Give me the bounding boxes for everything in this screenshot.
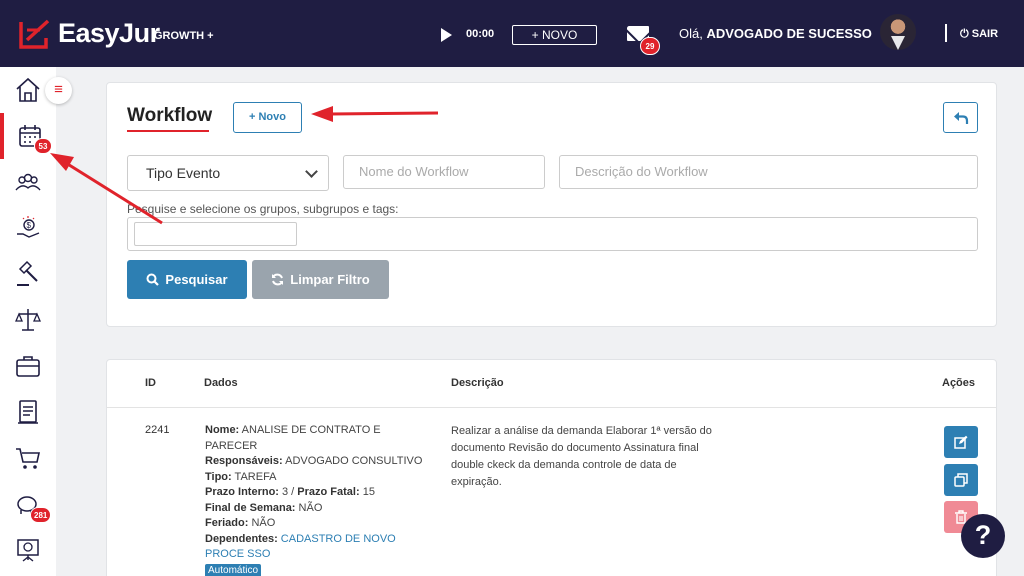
field-label: Final de Semana: <box>205 501 296 514</box>
home-icon <box>16 77 40 102</box>
logo-icon <box>19 19 50 49</box>
tags-label: Pesquise e selecione os grupos, subgrupo… <box>127 202 399 216</box>
filter-card: Workflow + Novo Tipo Evento Nome do Work… <box>106 82 997 327</box>
finance-hand-icon: $ <box>17 216 40 238</box>
row-id: 2241 <box>145 424 170 436</box>
row-data: Nome: ANALISE DE CONTRATO E PARECER Resp… <box>205 423 435 576</box>
clear-filter-button[interactable]: Limpar Filtro <box>252 260 389 299</box>
sidebar-item-people[interactable] <box>0 159 56 205</box>
people-icon <box>15 173 41 191</box>
workflow-name-input[interactable]: Nome do Workflow <box>343 155 545 189</box>
logout-label: SAIR <box>971 28 999 40</box>
workflow-description-input[interactable]: Descrição do Workflow <box>559 155 978 189</box>
search-icon <box>146 273 160 286</box>
top-bar: EasyJur GROWTH + 00:00 + NOVO 29 Olá, AD… <box>0 0 1024 67</box>
user-name: ADVOGADO DE SUCESSO <box>706 26 872 41</box>
field-value: ADVOGADO CONSULTIVO <box>282 455 423 467</box>
field-value: 3 / <box>278 486 298 498</box>
presentation-icon <box>17 539 39 562</box>
document-icon <box>18 400 38 424</box>
logout-button[interactable]: ⏻ SAIR <box>960 28 998 41</box>
sidebar-item-piggy-bank[interactable]: 281 <box>0 481 56 527</box>
sidebar-item-briefcase[interactable] <box>0 343 56 389</box>
field-value: 15 <box>359 486 375 498</box>
field-label: Tipo: <box>205 470 232 483</box>
page-title: Workflow <box>127 105 213 126</box>
field-value: TAREFA <box>231 470 277 483</box>
tags-selector[interactable] <box>127 217 978 251</box>
header-divider <box>107 407 996 408</box>
refresh-icon <box>272 273 284 286</box>
gavel-icon <box>17 260 38 286</box>
edit-button[interactable] <box>944 426 978 458</box>
cart-icon <box>16 448 40 469</box>
new-item-button[interactable]: + NOVO <box>512 25 597 45</box>
field-label: Feriado: <box>205 517 249 529</box>
sidebar-item-scales[interactable] <box>0 297 56 343</box>
field-label: Prazo Fatal: <box>297 486 360 498</box>
help-button[interactable]: ? <box>961 514 1005 558</box>
avatar[interactable] <box>880 14 916 50</box>
sidebar-item-documents[interactable] <box>0 389 56 435</box>
sidebar-item-finance[interactable]: $ <box>0 205 56 251</box>
brand-name: EasyJur <box>58 17 160 48</box>
sidebar-item-presentation[interactable] <box>0 527 56 573</box>
search-button-label: Pesquisar <box>165 272 228 287</box>
edit-icon <box>954 435 968 449</box>
sidebar: 53 $ 281 <box>0 67 56 576</box>
field-label: Dependentes: <box>205 532 278 545</box>
duplicate-button[interactable] <box>944 464 978 496</box>
new-workflow-button[interactable]: + Novo <box>233 102 302 133</box>
field-label: Nome: <box>205 424 240 436</box>
brand-logo[interactable]: EasyJur <box>18 16 160 50</box>
row-description: Realizar a análise da demanda Elaborar 1… <box>451 425 712 488</box>
mail-count-badge: 29 <box>640 37 660 55</box>
clear-filter-label: Limpar Filtro <box>290 272 370 287</box>
field-value: NÃO <box>248 517 276 529</box>
sidebar-item-calendar[interactable]: 53 <box>0 113 56 159</box>
back-button[interactable] <box>943 102 978 133</box>
plan-label: GROWTH + <box>154 30 214 42</box>
field-value: NÃO <box>295 501 323 514</box>
menu-toggle-button[interactable]: ≡ <box>45 77 72 104</box>
column-header-dados: Dados <box>204 377 238 389</box>
column-header-id: ID <box>145 377 156 389</box>
field-label: Prazo Interno: <box>205 486 279 498</box>
event-type-select[interactable]: Tipo Evento <box>127 155 329 191</box>
scales-icon <box>15 309 41 331</box>
sidebar-item-cart[interactable] <box>0 435 56 481</box>
svg-text:$: $ <box>27 221 32 230</box>
search-button[interactable]: Pesquisar <box>127 260 247 299</box>
undo-icon <box>953 111 968 124</box>
tags-search-input[interactable] <box>134 222 297 246</box>
field-label: Responsáveis: <box>205 455 283 467</box>
column-header-descricao: Descrição <box>451 377 504 389</box>
sidebar-item-gavel[interactable] <box>0 251 56 297</box>
status-badge: Automático <box>205 563 262 576</box>
play-icon[interactable] <box>441 28 452 42</box>
divider <box>945 24 947 42</box>
copy-icon <box>954 473 968 487</box>
calendar-badge: 53 <box>34 138 52 154</box>
workflow-table: ID Dados Descrição Ações 2241 Nome: ANAL… <box>106 359 997 576</box>
title-underline <box>127 130 209 132</box>
greeting-prefix: Olá, <box>679 26 707 41</box>
column-header-acoes: Ações <box>942 377 976 389</box>
briefcase-icon <box>16 356 40 377</box>
timer-display: 00:00 <box>466 28 495 40</box>
piggy-bank-badge: 281 <box>30 507 52 523</box>
greeting: Olá, ADVOGADO DE SUCESSO <box>679 26 872 41</box>
